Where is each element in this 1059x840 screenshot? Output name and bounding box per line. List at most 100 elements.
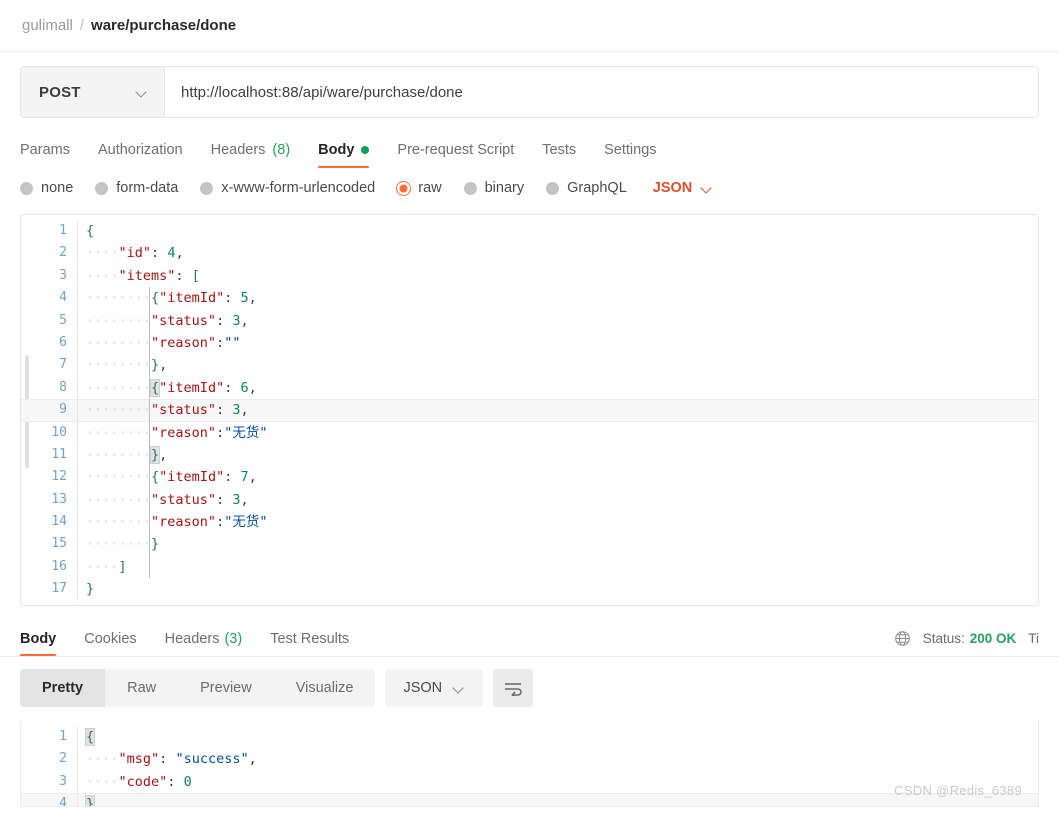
- time-label: Ti: [1028, 631, 1039, 646]
- view-mode-raw[interactable]: Raw: [105, 669, 178, 707]
- http-method-dropdown[interactable]: POST: [21, 67, 165, 117]
- response-tab-test-results[interactable]: Test Results: [256, 631, 363, 656]
- request-body-code[interactable]: 1{2 ····"id": 4, 3 ····"items": [4 ········{…: [21, 215, 1038, 601]
- response-tab-body[interactable]: Body: [20, 631, 70, 656]
- line-number: 1: [59, 223, 67, 238]
- code-line[interactable]: 1{: [21, 220, 1038, 243]
- code-text[interactable]: ········{"itemId": 6,: [78, 377, 257, 399]
- code-text[interactable]: ········},: [78, 354, 167, 376]
- code-line[interactable]: 8 ········{"itemId": 6,: [21, 376, 1038, 400]
- tab-headers-label: Headers: [210, 142, 266, 158]
- view-mode-preview[interactable]: Preview: [178, 669, 274, 707]
- tab-tests[interactable]: Tests: [528, 142, 590, 168]
- code-text[interactable]: ········"status": 3,: [78, 489, 249, 511]
- code-line[interactable]: 11 ········},: [21, 443, 1038, 467]
- code-line[interactable]: 3 ····"items": [: [21, 264, 1038, 288]
- code-line[interactable]: 10 ········"reason":"无货": [21, 421, 1038, 444]
- code-text[interactable]: ········"reason":"无货": [78, 422, 267, 444]
- tab-pre-request-script[interactable]: Pre-request Script: [383, 142, 528, 168]
- response-tab-cookies-label: Cookies: [84, 631, 137, 647]
- code-text[interactable]: ····"code": 0: [78, 771, 192, 793]
- response-body-code[interactable]: 1{2 ····"msg": "success", 3 ····"code": 0 4}: [21, 721, 1038, 807]
- body-type-none[interactable]: none: [20, 180, 73, 196]
- code-line[interactable]: 5 ········"status": 3,: [21, 309, 1038, 332]
- tab-headers[interactable]: Headers (8): [197, 142, 305, 168]
- code-text[interactable]: ····"items": [: [78, 265, 200, 287]
- code-text[interactable]: ····]: [78, 556, 127, 578]
- line-number: 9: [59, 402, 67, 418]
- code-text[interactable]: ········"reason":"": [78, 332, 240, 354]
- code-line[interactable]: 3 ····"code": 0: [21, 770, 1038, 794]
- code-text[interactable]: ········{"itemId": 5,: [78, 287, 257, 309]
- tab-settings[interactable]: Settings: [590, 142, 670, 168]
- body-type-form-data[interactable]: form-data: [95, 180, 178, 196]
- code-text[interactable]: {: [78, 726, 96, 748]
- body-type-raw[interactable]: raw: [397, 180, 442, 196]
- tab-authorization[interactable]: Authorization: [84, 142, 197, 168]
- code-text[interactable]: ····"id": 4,: [78, 242, 184, 264]
- code-text[interactable]: ········{"itemId": 7,: [78, 466, 257, 488]
- view-mode-pretty[interactable]: Pretty: [20, 669, 106, 707]
- response-format-label: JSON: [403, 680, 443, 696]
- code-text[interactable]: {: [78, 220, 94, 242]
- code-line[interactable]: 14 ········"reason":"无货": [21, 511, 1038, 534]
- code-line[interactable]: 2 ····"id": 4,: [21, 242, 1038, 265]
- word-wrap-button[interactable]: [493, 669, 534, 707]
- code-line[interactable]: 4 ········{"itemId": 5,: [21, 287, 1038, 310]
- code-line[interactable]: 15 ········}: [21, 533, 1038, 556]
- tab-body[interactable]: Body: [304, 142, 383, 168]
- view-mode-raw-label: Raw: [127, 680, 157, 696]
- response-tab-cookies[interactable]: Cookies: [70, 631, 150, 656]
- http-method-label: POST: [39, 83, 81, 101]
- line-number: 6: [59, 334, 67, 350]
- response-tab-headers[interactable]: Headers (3): [151, 631, 257, 656]
- code-text[interactable]: ········"status": 3,: [78, 399, 249, 421]
- code-line[interactable]: 13 ········"status": 3,: [21, 488, 1038, 512]
- view-mode-pretty-label: Pretty: [42, 680, 84, 696]
- code-line[interactable]: 7 ········},: [21, 354, 1038, 377]
- raw-format-dropdown[interactable]: JSON: [653, 180, 714, 196]
- line-number: 4: [59, 796, 67, 807]
- code-line[interactable]: 9 ········"status": 3,: [21, 399, 1038, 422]
- word-wrap-icon: [505, 683, 522, 696]
- body-type-binary[interactable]: binary: [463, 180, 524, 196]
- response-format-dropdown[interactable]: JSON: [385, 669, 484, 707]
- active-tab-underline: [20, 653, 57, 656]
- breadcrumb-root[interactable]: gulimall: [22, 17, 73, 34]
- code-text[interactable]: ········"status": 3,: [78, 310, 249, 332]
- code-text[interactable]: ····"msg": "success",: [78, 748, 257, 770]
- url-input[interactable]: http://localhost:88/api/ware/purchase/do…: [165, 67, 1038, 117]
- code-text[interactable]: ········}: [78, 533, 159, 555]
- view-mode-visualize[interactable]: Visualize: [274, 669, 376, 707]
- code-line[interactable]: 2 ····"msg": "success",: [21, 748, 1038, 771]
- indent-guide: [149, 287, 150, 578]
- tab-params[interactable]: Params: [20, 142, 84, 168]
- body-type-form-data-label: form-data: [116, 180, 179, 196]
- response-tabs: Body Cookies Headers (3) Test Results St…: [0, 622, 1059, 656]
- response-view-toolbar: Pretty Raw Preview Visualize JSON: [0, 657, 1059, 717]
- radio-selected-icon: [397, 181, 411, 195]
- code-line[interactable]: 4}: [21, 793, 1038, 807]
- code-text[interactable]: }: [78, 793, 96, 806]
- code-line[interactable]: 6 ········"reason":"": [21, 331, 1038, 355]
- code-line[interactable]: 17}: [21, 578, 1038, 601]
- code-text[interactable]: ········},: [78, 444, 167, 466]
- body-type-x-www-form-urlencoded-label: x-www-form-urlencoded: [221, 180, 376, 196]
- tab-pre-request-script-label: Pre-request Script: [397, 142, 515, 158]
- request-body-editor[interactable]: 1{2 ····"id": 4, 3 ····"items": [4 ········{…: [20, 214, 1039, 606]
- body-type-x-www-form-urlencoded[interactable]: x-www-form-urlencoded: [200, 180, 375, 196]
- code-line[interactable]: 12 ········{"itemId": 7,: [21, 466, 1038, 489]
- line-number: 15: [51, 536, 67, 552]
- view-mode-preview-label: Preview: [200, 680, 252, 696]
- line-number: 11: [51, 446, 67, 462]
- body-type-graphql[interactable]: GraphQL: [546, 180, 627, 196]
- code-text[interactable]: }: [78, 578, 94, 600]
- code-line[interactable]: 1{: [21, 726, 1038, 749]
- code-text[interactable]: ········"reason":"无货": [78, 511, 267, 533]
- line-number: 2: [59, 751, 67, 767]
- line-number: 13: [51, 491, 67, 507]
- response-body-editor[interactable]: 1{2 ····"msg": "success", 3 ····"code": 0 4}…: [20, 721, 1039, 807]
- breadcrumb-current[interactable]: ware/purchase/done: [91, 17, 236, 34]
- body-type-none-label: none: [41, 180, 74, 196]
- code-line[interactable]: 16 ····]: [21, 555, 1038, 579]
